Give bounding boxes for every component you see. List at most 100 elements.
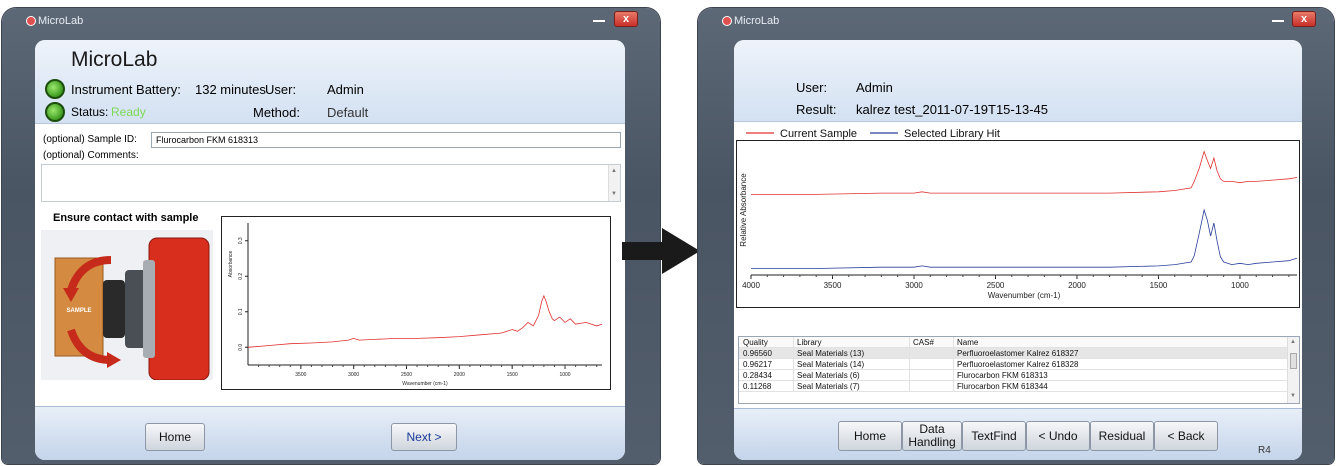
window-title: MicroLab [38, 15, 84, 27]
cell-library: Seal Materials (6) [797, 371, 860, 380]
col-library-header: Library [797, 338, 822, 347]
col-cas-header: CAS# [913, 338, 934, 347]
status-value: Ready [111, 105, 146, 119]
home-button[interactable]: Home [145, 423, 205, 451]
result-value: kalrez test_2011-07-19T15-13-45 [856, 102, 1048, 117]
x-tick-label: 3000 [348, 372, 359, 378]
sample-block-label: SAMPLE [66, 308, 91, 314]
spectrum-chart: 3500 3000 2500 2000 1500 1000 0.0 0.1 0.2 0.3 Wave… [221, 216, 611, 390]
header-panel: User: Admin Result: kalrez test_2011-07-… [734, 40, 1302, 122]
x-tick-label: 2500 [401, 372, 412, 378]
x-tick-label: 4000 [742, 281, 760, 290]
close-button[interactable]: x [1292, 11, 1316, 27]
user-label: User: [796, 80, 828, 95]
scroll-down-icon[interactable]: ▼ [1290, 393, 1296, 399]
col-quality-header: Quality [743, 338, 768, 347]
method-value: Default [327, 105, 369, 120]
result-label: Result: [796, 102, 837, 117]
table-row[interactable]: 0.96217 Seal Materials (14) Perfluoroela… [739, 359, 1287, 370]
series-line-2 [751, 208, 1298, 269]
results-table[interactable]: Quality Library CAS# Name 0.96560 Seal M… [738, 336, 1300, 404]
title-bar: MicroLab x [2, 8, 660, 38]
cell-library: Seal Materials (7) [797, 382, 860, 391]
footer-bar: Home Data Handling TextFind < Undo Resid… [734, 408, 1302, 460]
battery-label: Instrument Battery: [71, 82, 181, 97]
comparison-plot: 4000 3500 3000 2500 2000 1500 1000 Wavenumber (… [739, 150, 1298, 300]
microlab-window-sample: MicroLab x MicroLab Instrument Battery: … [2, 8, 660, 464]
table-header-row: Quality Library CAS# Name [739, 337, 1287, 348]
textfind-button[interactable]: TextFind [962, 421, 1026, 451]
device-ring [143, 260, 155, 358]
scroll-up-icon[interactable]: ▲ [1290, 339, 1296, 345]
footer-bar: Home Next > [35, 406, 625, 460]
col-name-header: Name [957, 338, 979, 347]
header-panel: MicroLab Instrument Battery: 132 minutes… [35, 40, 625, 124]
results-table-body: Quality Library CAS# Name 0.96560 Seal M… [739, 337, 1287, 403]
app-name: MicroLab [71, 48, 158, 71]
x-tick-label: 2000 [1068, 281, 1086, 290]
close-button[interactable]: x [614, 11, 638, 27]
comments-label: (optional) Comments: [43, 150, 139, 161]
x-axis-title: Wavenumber (cm-1) [988, 291, 1061, 300]
sample-id-input[interactable] [151, 132, 621, 148]
col-divider [909, 337, 910, 392]
table-row[interactable]: 0.28434 Seal Materials (6) Flurocarbon F… [739, 370, 1287, 381]
col-divider [953, 337, 954, 392]
cell-library: Seal Materials (14) [797, 360, 865, 369]
legend-library-hit: Selected Library Hit [904, 128, 1000, 140]
sample-id-label: (optional) Sample ID: [43, 134, 137, 145]
x-tick-label: 1500 [507, 372, 518, 378]
table-row[interactable]: 0.96560 Seal Materials (13) Perfluoroela… [739, 348, 1287, 359]
x-tick-label: 3000 [905, 281, 923, 290]
cell-name: Flurocarbon FKM 618344 [957, 382, 1048, 391]
cell-library: Seal Materials (13) [797, 349, 865, 358]
y-tick-label: 0.1 [238, 308, 244, 315]
device-illustration: SAMPLE [41, 230, 213, 380]
scroll-down-icon[interactable]: ▼ [611, 191, 617, 197]
x-tick-label: 3500 [824, 281, 842, 290]
version-label: R4 [1258, 445, 1271, 456]
minimize-icon[interactable] [1272, 18, 1284, 22]
residual-button[interactable]: Residual [1090, 421, 1154, 451]
battery-indicator-icon [45, 79, 65, 99]
y-axis-title: Relative Absorbance [739, 173, 748, 247]
legend-current-sample: Current Sample [780, 128, 857, 140]
user-value: Admin [327, 82, 364, 97]
x-axis-title: Wavenumber (cm-1) [402, 381, 448, 387]
x-tick-label: 1000 [1231, 281, 1249, 290]
comparison-chart: 4000 3500 3000 2500 2000 1500 1000 Wavenumber (… [736, 140, 1300, 308]
data-handling-button[interactable]: Data Handling [902, 421, 962, 451]
comments-textarea[interactable]: ▲ ▼ [41, 164, 621, 202]
cell-quality: 0.11268 [743, 382, 772, 391]
screenshot-stage: MicroLab x MicroLab Instrument Battery: … [0, 0, 1339, 466]
y-tick-label: 0.2 [238, 273, 244, 280]
table-scrollbar[interactable]: ▲ ▼ [1287, 337, 1299, 403]
x-tick-label: 2500 [987, 281, 1005, 290]
y-axis-title: Absorbance [228, 250, 234, 277]
title-bar: MicroLab x [698, 8, 1334, 38]
undo-button[interactable]: < Undo [1026, 421, 1090, 451]
scroll-thumb[interactable] [1290, 353, 1297, 369]
scroll-up-icon[interactable]: ▲ [611, 168, 617, 174]
main-panel: User: Admin Result: kalrez test_2011-07-… [734, 40, 1302, 460]
home-button[interactable]: Home [838, 421, 902, 451]
status-label: Status: [71, 105, 109, 119]
contact-heading: Ensure contact with sample [53, 212, 199, 224]
app-icon [26, 16, 36, 26]
next-button[interactable]: Next > [391, 423, 457, 451]
x-tick-label: 1000 [559, 372, 570, 378]
window-title: MicroLab [734, 15, 780, 27]
device-lens [103, 280, 125, 338]
minimize-icon[interactable] [593, 18, 605, 22]
y-tick-label: 0.0 [238, 344, 244, 351]
cell-quality: 0.96560 [743, 349, 772, 358]
x-tick-label: 1500 [1150, 281, 1168, 290]
transition-arrow-icon [622, 228, 700, 274]
status-indicator-icon [45, 102, 65, 122]
table-row[interactable]: 0.11268 Seal Materials (7) Flurocarbon F… [739, 381, 1287, 392]
chart-legend: Current Sample Selected Library Hit [746, 128, 1000, 140]
comments-scrollbar[interactable]: ▲ ▼ [608, 165, 620, 201]
method-label: Method: [253, 105, 300, 120]
back-button[interactable]: < Back [1154, 421, 1218, 451]
series-line-1 [751, 150, 1298, 195]
